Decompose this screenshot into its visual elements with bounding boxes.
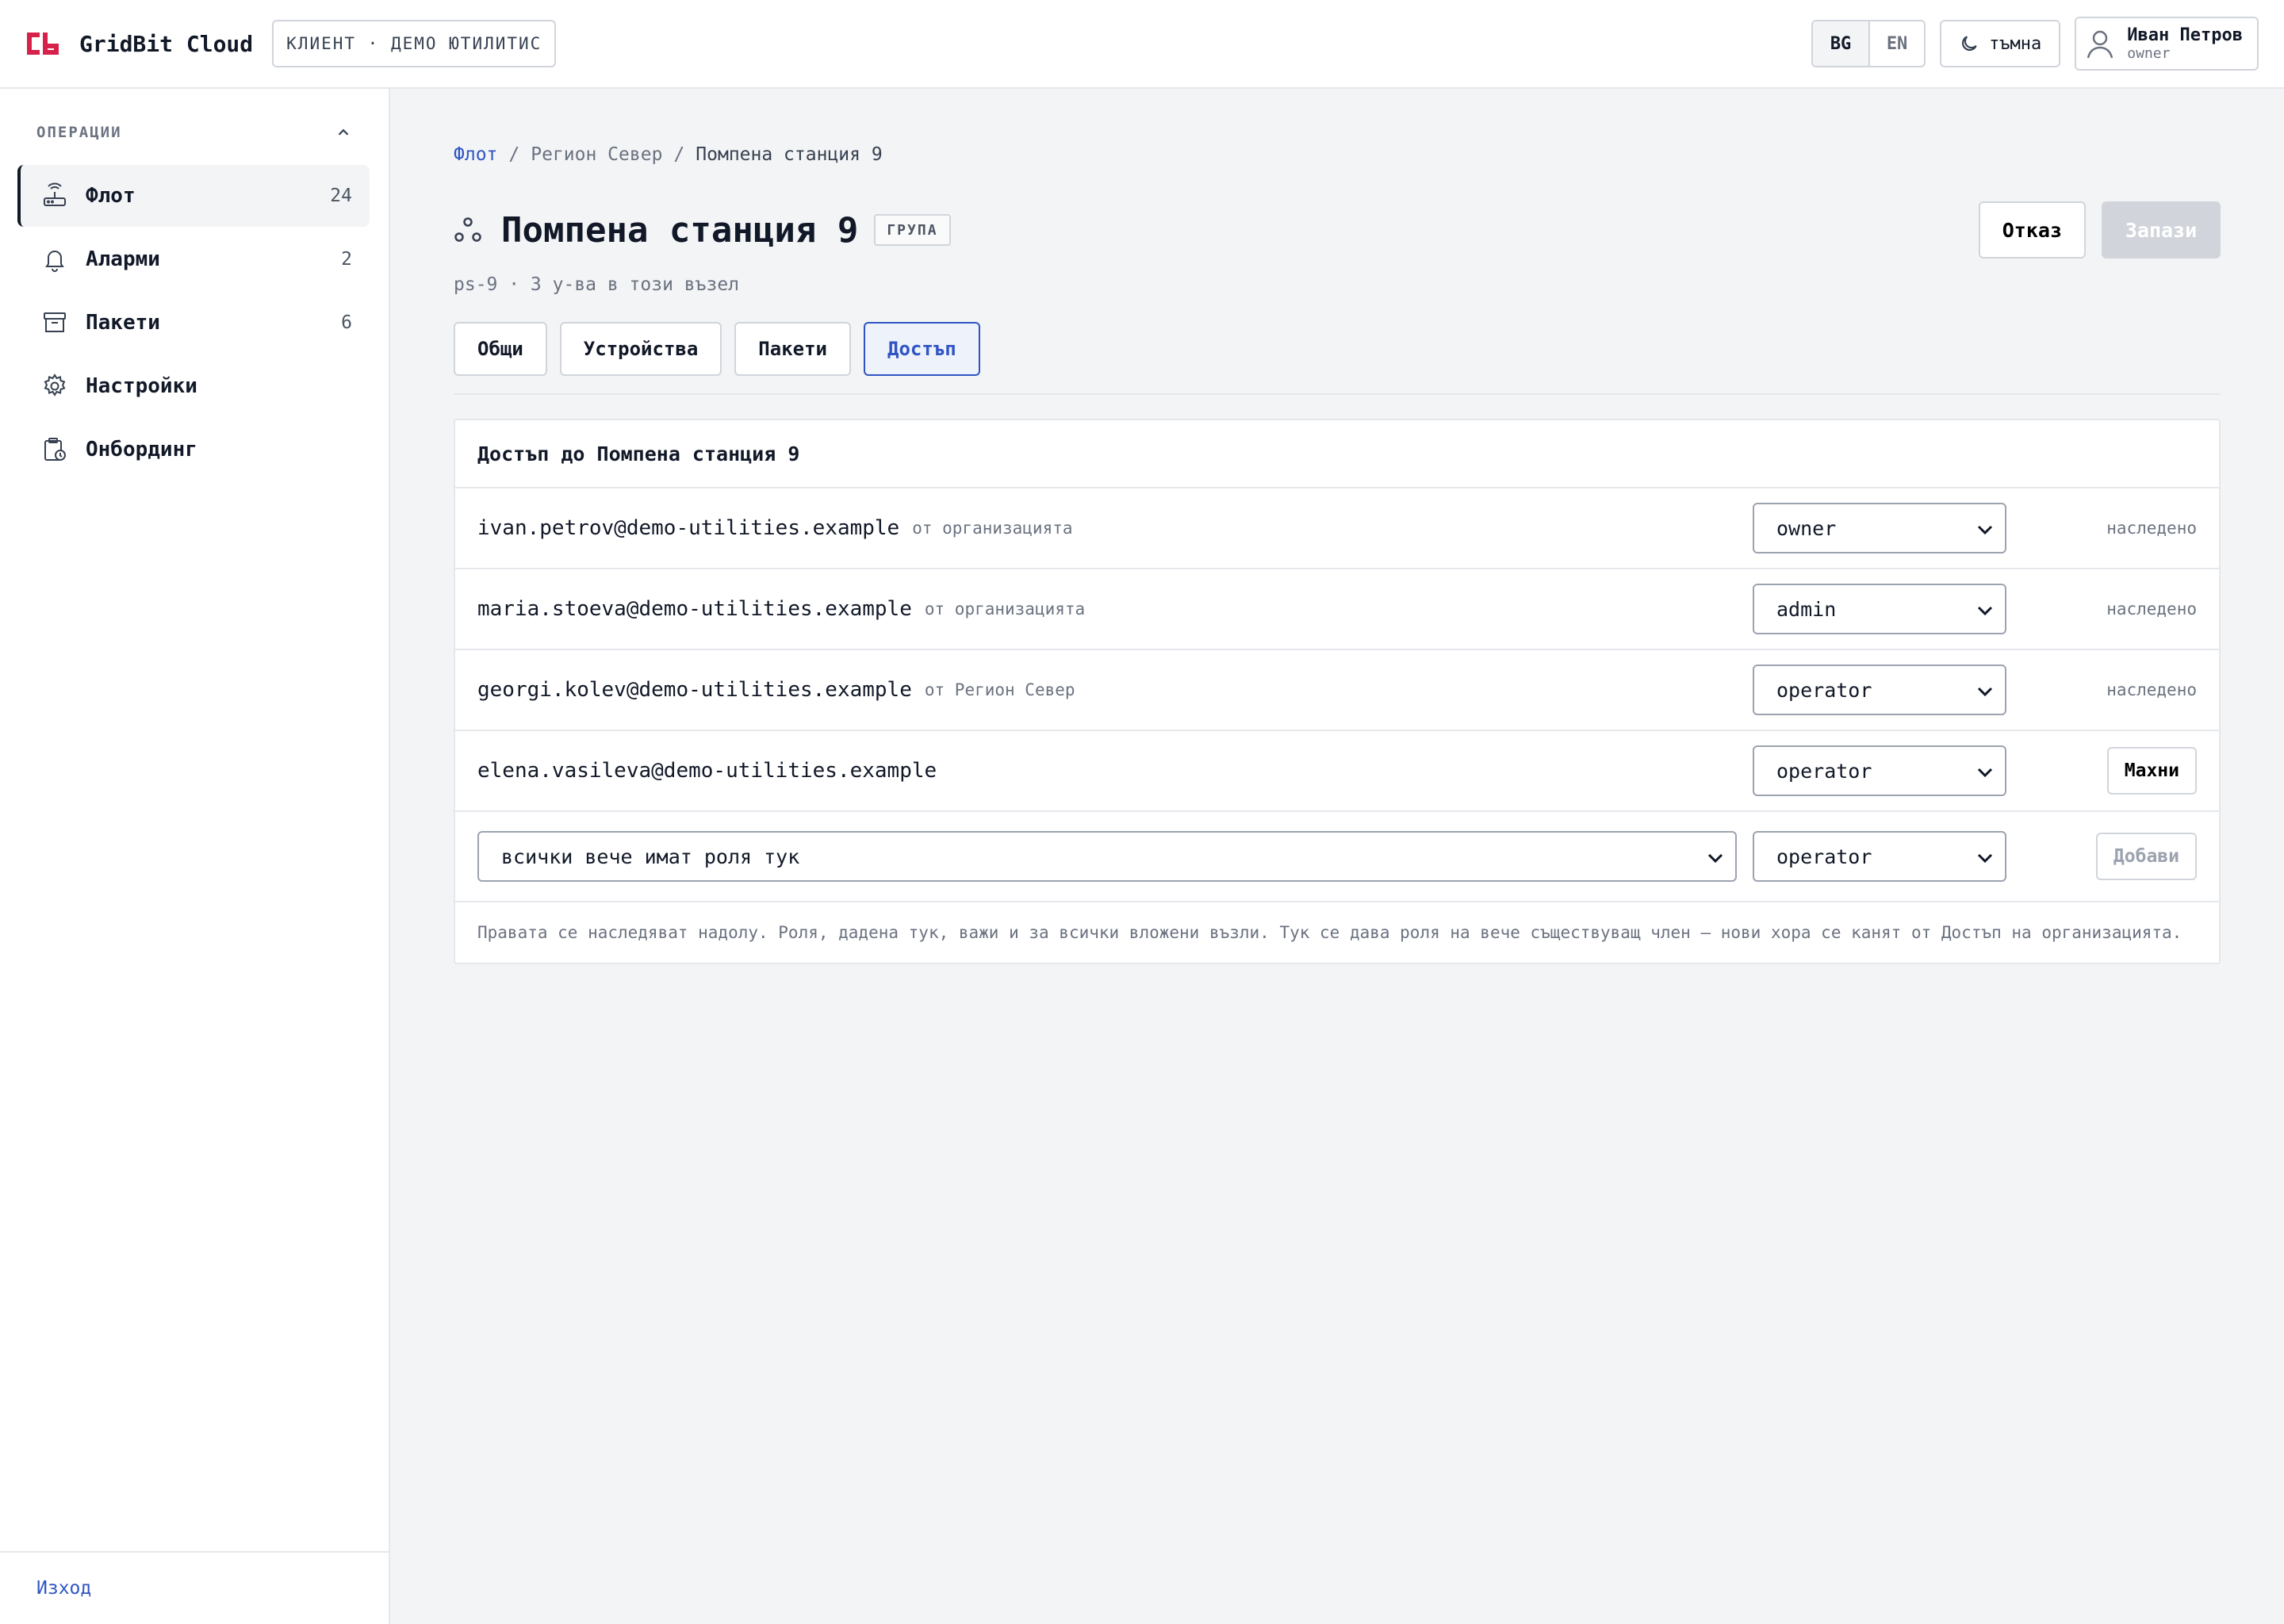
member-email: maria.stoeva@demo-utilities.example — [477, 597, 912, 621]
chevron-down-icon — [1977, 687, 1993, 697]
sidebar-item-label: Аларми — [86, 247, 160, 271]
group-icon — [454, 217, 481, 242]
add-member-button[interactable]: Добави — [2095, 833, 2197, 880]
member-origin: от организацията — [912, 519, 1073, 538]
gridbit-logo-icon — [27, 33, 59, 55]
member-email: ivan.petrov@demo-utilities.example — [477, 516, 900, 540]
language-bg[interactable]: BG — [1813, 21, 1869, 66]
inherited-label: наследено — [2106, 599, 2197, 619]
breadcrumb-region[interactable]: Регион Север — [531, 144, 662, 165]
router-icon — [44, 182, 66, 206]
inheritance-note: Правата се наследяват надолу. Роля, даде… — [477, 923, 2182, 942]
sidebar-item-fleet[interactable]: Флот 24 — [17, 165, 370, 227]
breadcrumb-separator: / — [673, 144, 685, 165]
member-select-value: всички вече имат роля тук — [501, 845, 800, 868]
member-email: georgi.kolev@demo-utilities.example — [477, 678, 912, 702]
tenant-badge[interactable]: КЛИЕНТ · ДЕМО ЮТИЛИТИС — [272, 20, 557, 67]
tab-bar: Общи Устройства Пакети Достъп — [454, 322, 980, 376]
user-role: owner — [2127, 45, 2171, 62]
inherited-label: наследено — [2106, 519, 2197, 538]
sidebar-item-label: Пакети — [86, 311, 160, 335]
role-select-value: operator — [1776, 678, 1872, 702]
role-select[interactable]: operator — [1753, 745, 2006, 796]
sidebar-item-count: 2 — [341, 249, 352, 270]
chevron-down-icon — [1977, 525, 1993, 535]
sidebar-item-label: Настройки — [86, 374, 197, 398]
language-switcher: BG EN — [1811, 20, 1926, 67]
node-type-badge: ГРУПА — [874, 214, 951, 246]
language-en[interactable]: EN — [1868, 21, 1924, 66]
sidebar-item-label: Онбординг — [86, 438, 197, 462]
role-select-value: admin — [1776, 597, 1837, 621]
sidebar-item-label: Флот — [86, 184, 136, 208]
clipboard-clock-icon — [44, 438, 66, 461]
tab-access[interactable]: Достъп — [864, 322, 980, 376]
access-panel: Достъп до Помпена станция 9 ivan.petrov@… — [454, 419, 2221, 964]
role-select[interactable]: operator — [1753, 665, 2006, 715]
gear-icon — [44, 373, 66, 396]
node-summary: ps-9 · 3 у-ва в този възел — [454, 274, 740, 295]
app-name: GridBit Cloud — [79, 30, 254, 57]
sidebar-section-title: ОПЕРАЦИИ — [36, 124, 122, 141]
page-title: Помпена станция 9 — [501, 209, 859, 251]
breadcrumb-current: Помпена станция 9 — [696, 144, 883, 165]
chevron-down-icon — [1707, 853, 1723, 864]
new-role-select[interactable]: operator — [1753, 831, 2006, 882]
bell-icon — [45, 251, 64, 272]
role-select-value: operator — [1776, 759, 1872, 783]
sidebar: ОПЕРАЦИИ Флот 24 Аларми 2 Пакети 6 Настр… — [0, 89, 390, 1624]
sidebar-item-count: 24 — [330, 186, 352, 206]
access-panel-title: Достъп до Помпена станция 9 — [455, 420, 2219, 488]
top-bar: GridBit Cloud КЛИЕНТ · ДЕМО ЮТИЛИТИС BG … — [0, 0, 2284, 89]
sidebar-item-settings[interactable]: Настройки — [17, 355, 370, 417]
breadcrumb-fleet[interactable]: Флот — [454, 144, 497, 165]
member-origin: от организацията — [924, 599, 1086, 619]
role-select[interactable]: admin — [1753, 584, 2006, 634]
member-row: georgi.kolev@demo-utilities.example от Р… — [455, 650, 2219, 731]
sidebar-item-packages[interactable]: Пакети 6 — [17, 292, 370, 354]
user-icon — [2087, 30, 2113, 59]
remove-member-button[interactable]: Махни — [2106, 747, 2197, 795]
chevron-down-icon — [1977, 768, 1993, 778]
sidebar-section-operations[interactable]: ОПЕРАЦИИ — [36, 124, 352, 141]
breadcrumb-separator: / — [508, 144, 520, 165]
tabs-divider — [454, 393, 2221, 395]
tab-packages[interactable]: Пакети — [734, 322, 851, 376]
user-name: Иван Петров — [2127, 25, 2243, 45]
member-select[interactable]: всички вече имат роля тук — [477, 831, 1737, 882]
archive-icon — [44, 312, 66, 332]
cancel-button[interactable]: Отказ — [1978, 201, 2086, 259]
chevron-up-icon — [338, 128, 349, 136]
tab-devices[interactable]: Устройства — [559, 322, 722, 376]
member-email: elena.vasileva@demo-utilities.example — [477, 759, 937, 783]
moon-icon — [1962, 36, 1977, 52]
role-select[interactable]: owner — [1753, 503, 2006, 553]
breadcrumb: Флот / Регион Север / Помпена станция 9 — [454, 144, 883, 165]
gridbit-logo[interactable] — [25, 29, 60, 58]
theme-toggle-button[interactable]: тъмна — [1940, 20, 2061, 67]
member-row: elena.vasileva@demo-utilities.example op… — [455, 731, 2219, 812]
sidebar-footer: Изход — [0, 1551, 389, 1624]
add-member-row: всички вече имат роля тук operator Добав… — [455, 812, 2219, 902]
user-menu[interactable]: Иван Петров owner — [2075, 17, 2259, 71]
member-origin: от Регион Север — [924, 680, 1075, 699]
member-row: maria.stoeva@demo-utilities.example от о… — [455, 569, 2219, 650]
role-select-value: operator — [1776, 845, 1872, 868]
sidebar-item-count: 6 — [341, 312, 352, 333]
role-select-value: owner — [1776, 516, 1837, 540]
tab-general[interactable]: Общи — [454, 322, 547, 376]
member-row: ivan.petrov@demo-utilities.example от ор… — [455, 488, 2219, 569]
chevron-down-icon — [1977, 606, 1993, 616]
chevron-down-icon — [1977, 853, 1993, 864]
theme-label: тъмна — [1989, 33, 2042, 54]
inherited-label: наследено — [2106, 680, 2197, 699]
sidebar-item-alarms[interactable]: Аларми 2 — [17, 228, 370, 290]
sidebar-item-onboarding[interactable]: Онбординг — [17, 419, 370, 481]
save-button[interactable]: Запази — [2102, 201, 2221, 259]
logout-link[interactable]: Изход — [36, 1578, 91, 1599]
